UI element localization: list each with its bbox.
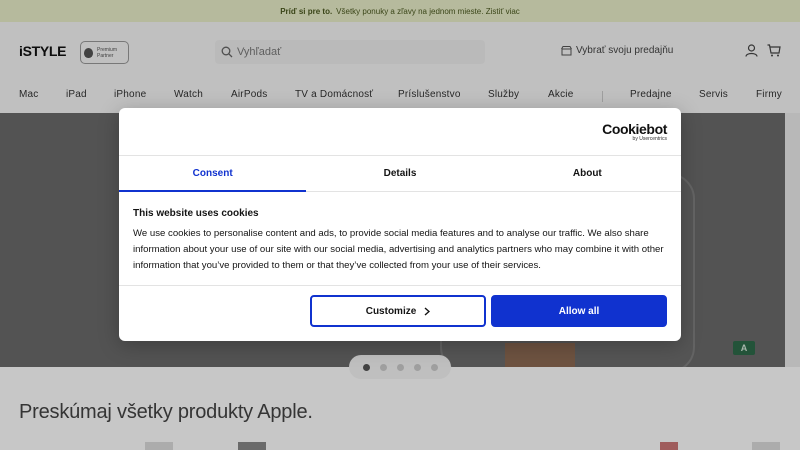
cookiebot-brand-sub: by Usercentrics: [632, 136, 667, 142]
allow-all-button[interactable]: Allow all: [491, 295, 667, 327]
customize-button[interactable]: Customize: [310, 295, 486, 327]
dialog-divider: [119, 285, 681, 286]
customize-label: Customize: [365, 305, 417, 317]
chevron-right-icon: [424, 306, 431, 316]
cookie-heading: This website uses cookies: [133, 208, 259, 219]
tab-about[interactable]: About: [494, 156, 681, 191]
cookiebot-brand: Cookiebot: [602, 121, 667, 137]
cookie-body-text: We use cookies to personalise content an…: [133, 228, 664, 271]
tab-details[interactable]: Details: [306, 156, 493, 191]
cookiebot-logo: Cookiebot by Usercentrics: [602, 122, 667, 143]
cookie-tabs: Consent Details About: [119, 155, 681, 192]
cookie-consent-dialog: Cookiebot by Usercentrics Consent Detail…: [119, 108, 681, 341]
tab-consent[interactable]: Consent: [119, 156, 307, 192]
